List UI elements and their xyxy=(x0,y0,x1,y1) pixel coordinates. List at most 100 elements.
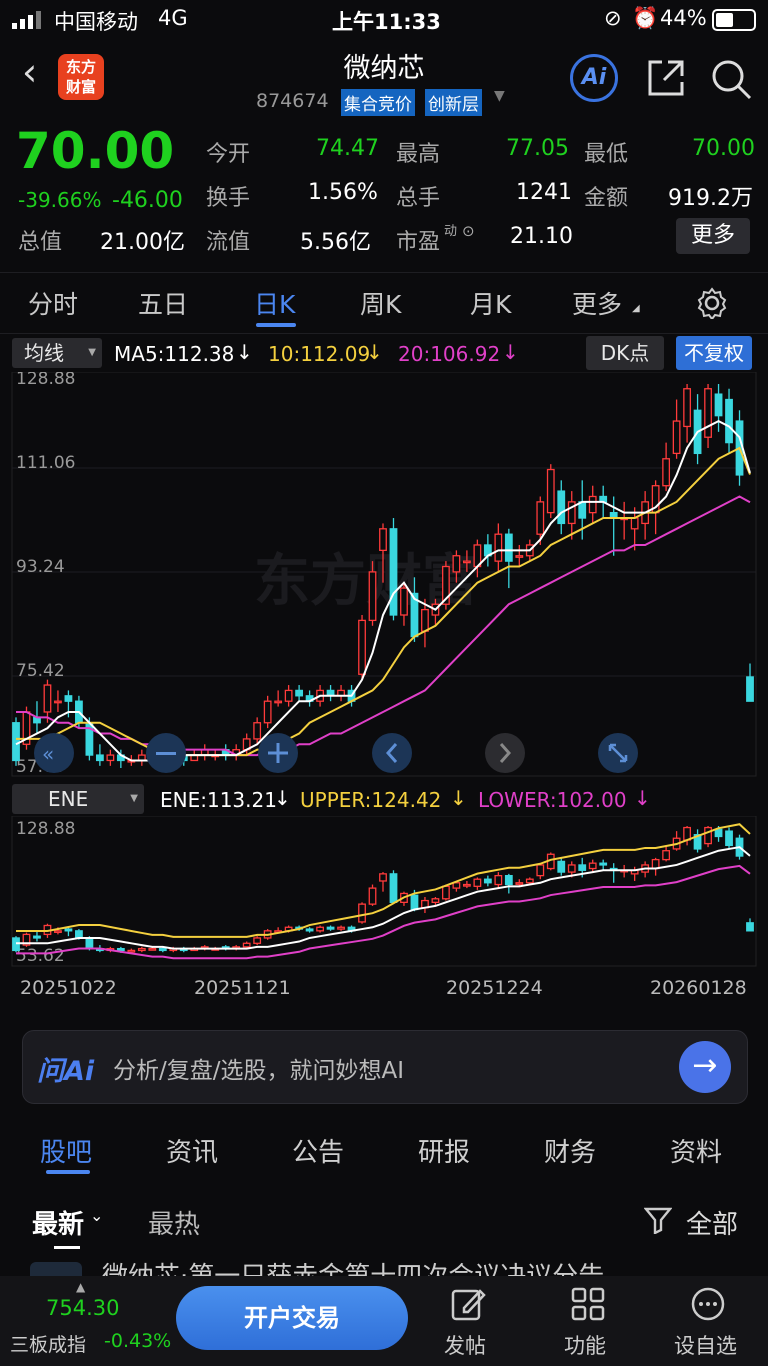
functions-button-label[interactable]: 功能 xyxy=(564,1330,606,1360)
info-icon[interactable]: ⊙ xyxy=(462,222,475,240)
candle-body xyxy=(515,555,524,558)
candle-body xyxy=(326,926,335,930)
candle-body xyxy=(379,528,387,552)
candle-body xyxy=(714,828,723,838)
ene-lower-value: LOWER:102.00 xyxy=(478,788,627,812)
more-button[interactable]: 更多 xyxy=(676,218,750,254)
filter-hot[interactable]: 最热 xyxy=(148,1204,200,1241)
tab-profile[interactable]: 资料 xyxy=(670,1132,722,1169)
tab-guba[interactable]: 股吧 xyxy=(40,1132,92,1169)
ai-assistant-button[interactable]: Ai xyxy=(570,54,618,102)
open-value: 74.47 xyxy=(316,136,379,161)
clock: 上午11:33 xyxy=(332,10,441,34)
candle-body xyxy=(504,874,513,886)
post-button-label[interactable]: 发帖 xyxy=(444,1330,486,1360)
open-label: 今开 xyxy=(206,142,251,167)
candle-body xyxy=(54,930,62,933)
tab-news[interactable]: 资讯 xyxy=(166,1132,218,1169)
tab-intraday[interactable]: 分时 xyxy=(28,285,78,321)
filter-all[interactable]: 全部 xyxy=(686,1204,738,1241)
candle-body xyxy=(410,894,419,911)
candle-body xyxy=(263,700,272,724)
x-axis-tick: 20260128 xyxy=(650,977,747,999)
candle-body xyxy=(274,700,283,704)
candle-body xyxy=(54,700,62,704)
indicator-select[interactable]: 均线 ▼ xyxy=(12,338,102,368)
no-adjust-button[interactable]: 不复权 xyxy=(676,336,752,370)
candle-body xyxy=(662,458,671,487)
candle-body xyxy=(746,922,754,932)
quote-panel: 70.00 -39.66% -46.00 总值 21.00亿 今开 74.47 … xyxy=(0,122,768,268)
candle-body xyxy=(546,468,555,514)
candle-body xyxy=(746,676,754,702)
auction-tag: 集合竞价 xyxy=(341,89,415,116)
candle-body xyxy=(253,937,262,944)
settings-gear-icon[interactable] xyxy=(696,287,728,319)
ai-search-placeholder: 分析/复盘/选股，就问妙想AI xyxy=(113,1058,405,1084)
pe-label: 市盈 xyxy=(396,230,441,255)
arrow-right-icon[interactable]: → xyxy=(679,1041,731,1093)
tab-announcement[interactable]: 公告 xyxy=(292,1132,344,1169)
candle-body xyxy=(704,826,712,845)
kline-chart[interactable]: 东方财富 128.88111.0693.2475.4257.60 « xyxy=(0,372,768,782)
post-title: 微纳芯·第一只获赤金第十四次会议决议分告 xyxy=(102,1262,604,1276)
candle-body xyxy=(305,928,314,932)
edit-post-icon[interactable] xyxy=(450,1286,486,1322)
pe-dynamic-mark: 动 xyxy=(444,224,458,239)
index-percent[interactable]: -0.43% xyxy=(104,1330,171,1352)
x-axis-tick: 20251121 xyxy=(194,977,291,999)
candle-body xyxy=(442,885,450,900)
index-value[interactable]: 754.30 xyxy=(46,1296,119,1320)
more-triangle-icon: ◢ xyxy=(632,303,640,314)
down-arrow-icon: ↓ xyxy=(366,340,383,364)
candle-body xyxy=(137,947,146,952)
candle-body xyxy=(106,754,115,762)
share-icon[interactable] xyxy=(646,58,686,98)
tier-tag: 创新层 xyxy=(425,89,482,116)
chevron-down-icon: ▼ xyxy=(88,347,96,358)
tab-daily-k[interactable]: 日K xyxy=(254,285,295,321)
ai-search-box[interactable]: 问Ai 分析/复盘/选股，就问妙想AI → xyxy=(22,1030,748,1104)
high-label: 最高 xyxy=(396,142,441,167)
scroll-right-button[interactable] xyxy=(485,733,525,773)
tab-monthly-k[interactable]: 月K xyxy=(470,285,511,321)
chevron-down-icon: ▼ xyxy=(130,793,138,804)
filter-icon[interactable] xyxy=(644,1206,672,1234)
volume-label: 总手 xyxy=(396,186,441,211)
chevron-down-icon[interactable]: ▼ xyxy=(494,88,505,104)
ene-indicator-select[interactable]: ENE ▼ xyxy=(12,784,144,814)
tab-finance[interactable]: 财务 xyxy=(544,1132,596,1169)
alarm-icon: ⏰ xyxy=(632,6,659,30)
candle-body xyxy=(400,587,408,616)
bottom-bar: ▲ 754.30 三板成指 -0.43% 开户交易 发帖 功能 设自选 xyxy=(0,1276,768,1366)
candle-body xyxy=(725,398,733,444)
ma10-value: 10:112.09 xyxy=(268,342,371,366)
candle-body xyxy=(421,608,429,632)
functions-grid-icon[interactable] xyxy=(570,1286,606,1322)
down-arrow-icon: ↓ xyxy=(634,786,651,810)
index-name[interactable]: 三板成指 xyxy=(10,1330,86,1357)
candle-body xyxy=(578,501,587,519)
filter-latest[interactable]: 最新 xyxy=(32,1204,84,1241)
tab-weekly-k[interactable]: 周K xyxy=(360,285,401,321)
dk-point-button[interactable]: DK点 xyxy=(586,336,664,370)
post-preview[interactable]: 微纳芯·第一只获赤金第十四次会议决议分告 xyxy=(0,1262,768,1276)
watchlist-button-label[interactable]: 设自选 xyxy=(674,1330,737,1360)
candle-body xyxy=(64,695,73,702)
candle-body xyxy=(494,874,503,886)
add-watchlist-icon[interactable] xyxy=(690,1286,726,1322)
candle-body xyxy=(662,850,671,861)
candle-body xyxy=(389,528,398,616)
candle-body xyxy=(714,393,723,417)
candle-body xyxy=(462,883,471,887)
open-account-trade-button[interactable]: 开户交易 xyxy=(176,1286,408,1350)
down-arrow-icon: ↓ xyxy=(502,340,519,364)
tab-research[interactable]: 研报 xyxy=(418,1132,470,1169)
tab-more[interactable]: 更多 xyxy=(572,285,622,321)
tab-five-day[interactable]: 五日 xyxy=(138,285,188,321)
minus-icon xyxy=(156,752,176,755)
candle-body xyxy=(504,533,513,562)
scroll-left-button[interactable] xyxy=(372,733,412,773)
search-icon[interactable] xyxy=(710,58,752,100)
ene-chart[interactable]: 128.88 53.62 20251022 20251121 20251224 2026… xyxy=(0,816,768,1016)
